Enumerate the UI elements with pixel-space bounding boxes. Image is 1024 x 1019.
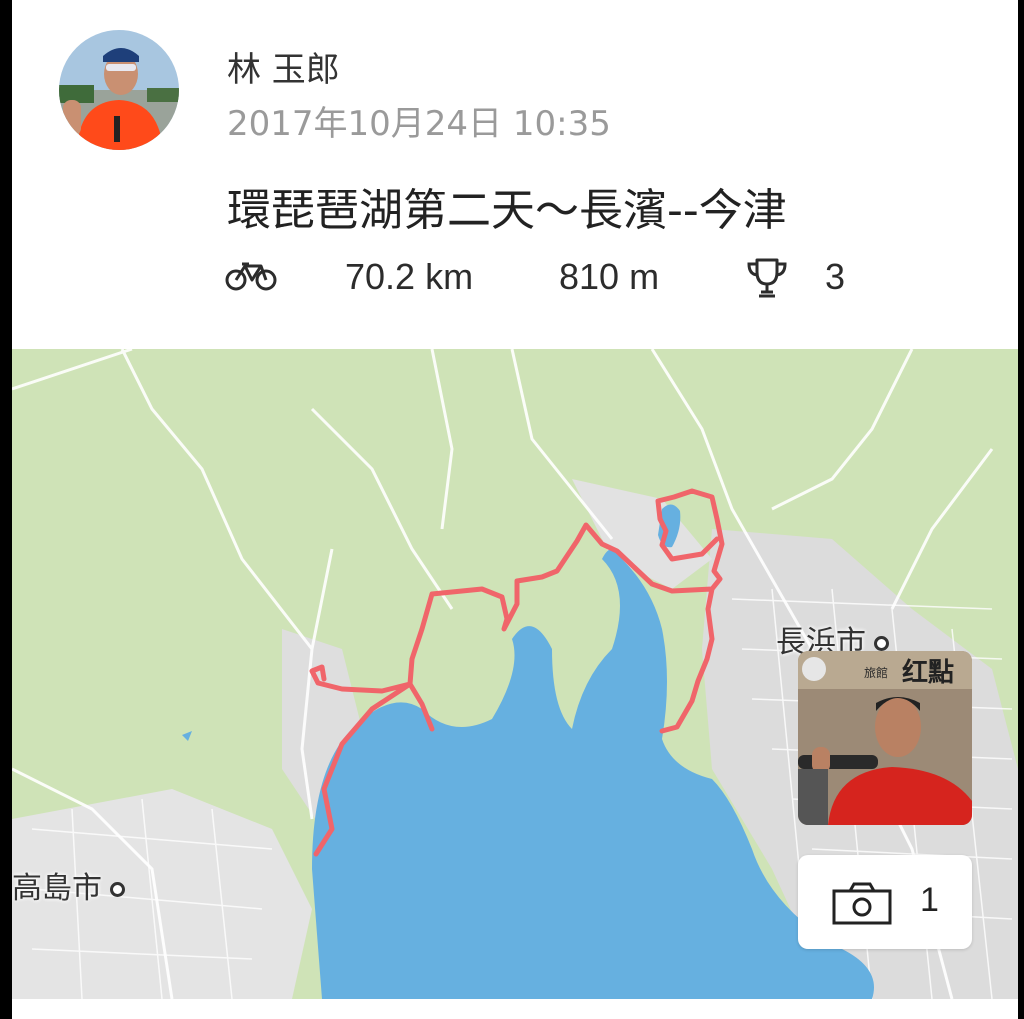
- camera-icon: [832, 881, 892, 925]
- activity-stats: 70.2 km 810 m 3: [225, 252, 925, 302]
- achievements-count: 3: [825, 256, 846, 297]
- athlete-name[interactable]: 林 玉郎: [227, 42, 340, 91]
- activity-photo-thumbnail[interactable]: 旅館 红點: [798, 651, 972, 825]
- elevation-value: 810 m: [559, 256, 660, 297]
- photo-count-button[interactable]: 1: [798, 855, 972, 949]
- photo-count: 1: [920, 881, 939, 919]
- activity-title[interactable]: 環琵琶湖第二天～長濱--今津: [227, 174, 787, 238]
- athlete-avatar[interactable]: [59, 30, 179, 150]
- distance-value: 70.2 km: [345, 256, 474, 297]
- sign-text: 红點: [902, 657, 954, 688]
- bicycle-icon: [225, 260, 277, 296]
- activity-card[interactable]: 林 玉郎 2017年10月24日 10:35 環琵琶湖第二天～長濱--今津 70…: [12, 0, 1018, 1019]
- activity-datetime: 2017年10月24日 10:35: [227, 104, 611, 144]
- trophy-icon: [745, 256, 789, 304]
- sign-small-text: 旅館: [864, 665, 888, 680]
- city-label-takashima: 高島市: [12, 863, 125, 907]
- route-map[interactable]: 長浜市 高島市 旅館 红點 1: [12, 349, 1018, 999]
- card-footer: [12, 999, 1018, 1019]
